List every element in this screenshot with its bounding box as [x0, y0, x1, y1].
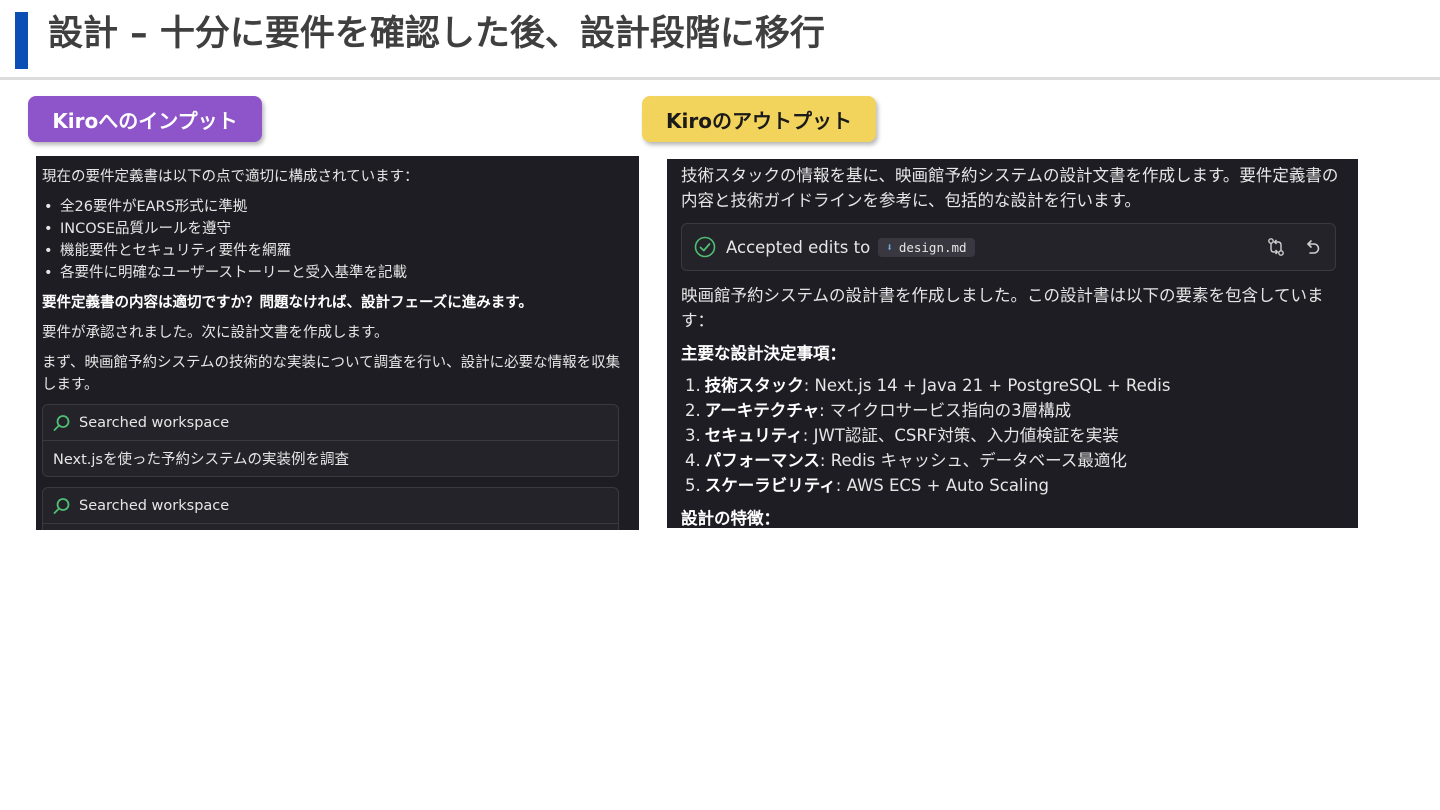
- file-chip[interactable]: ⬇ design.md: [878, 237, 975, 257]
- list-item: 各要件に明確なユーザーストーリーと受入基準を記載: [42, 262, 633, 284]
- design-summary-text: 映画館予約システムの設計書を作成しました。この設計書は以下の要素を包含しています…: [681, 286, 1324, 330]
- decisions-heading: 主要な設計決定事項：: [681, 344, 846, 363]
- design-intro-text: 技術スタックの情報を基に、映画館予約システムの設計文書を作成します。要件定義書の…: [681, 166, 1339, 210]
- features-heading: 設計の特徴：: [681, 509, 780, 528]
- accepted-edits-card[interactable]: Accepted edits to ⬇ design.md: [681, 223, 1336, 271]
- search-card-title: Searched workspace: [79, 497, 230, 514]
- intro-text: 現在の要件定義書は以下の点で適切に構成されています：: [42, 169, 419, 185]
- list-item: 5. スケーラビリティ: AWS ECS + Auto Scaling: [685, 476, 1050, 495]
- search-icon: [53, 414, 70, 431]
- search-card-title: Searched workspace: [79, 414, 230, 431]
- list-item: 全26要件がEARS形式に準拠: [42, 196, 633, 218]
- output-screenshot-panel: 技術スタックの情報を基に、映画館予約システムの設計文書を作成します。要件定義書の…: [667, 159, 1358, 528]
- download-icon: ⬇: [886, 240, 893, 254]
- search-card-detail: [43, 523, 618, 530]
- input-label: Kiroへのインプット: [28, 96, 262, 142]
- design-decisions-list: 1. 技術スタック: Next.js 14 + Java 21 + Postgre…: [681, 373, 1344, 498]
- list-item: 2. アーキテクチャ: マイクロサービス指向の3層構成: [685, 401, 1072, 420]
- list-item: 3. セキュリティ: JWT認証、CSRF対策、入力値検証を実装: [685, 426, 1119, 445]
- undo-icon[interactable]: [1301, 236, 1323, 258]
- slide-title: 設計 – 十分に要件を確認した後、設計段階に移行: [48, 14, 825, 54]
- compare-icon[interactable]: [1265, 236, 1287, 258]
- title-accent-bar: [15, 12, 28, 69]
- search-card[interactable]: Searched workspace Next.jsを使った予約システムの実装例…: [42, 404, 619, 477]
- accepted-edits-text: Accepted edits to: [726, 237, 871, 257]
- confirmation-question: 要件定義書の内容は適切ですか？問題なければ、設計フェーズに進みます。: [42, 295, 533, 311]
- list-item: 機能要件とセキュリティ要件を網羅: [42, 240, 633, 262]
- check-circle-icon: [694, 236, 716, 258]
- search-card-detail: Next.jsを使った予約システムの実装例を調査: [43, 440, 618, 476]
- search-card-header[interactable]: Searched workspace: [43, 405, 618, 440]
- list-item: 1. 技術スタック: Next.js 14 + Java 21 + Postgre…: [685, 376, 1171, 395]
- approval-message: 要件が承認されました。次に設計文書を作成します。: [42, 325, 389, 341]
- requirements-summary-list: 全26要件がEARS形式に準拠 INCOSE品質ルールを遵守 機能要件とセキュリ…: [42, 196, 633, 284]
- input-screenshot-panel: 現在の要件定義書は以下の点で適切に構成されています： 全26要件がEARS形式に…: [36, 156, 639, 530]
- slide-header: 設計 – 十分に要件を確認した後、設計段階に移行: [0, 0, 1440, 80]
- output-label: Kiroのアウトプット: [642, 96, 876, 142]
- research-message: まず、映画館予約システムの技術的な実装について調査を行い、設計に必要な情報を収集…: [42, 355, 621, 393]
- search-card[interactable]: Searched workspace: [42, 487, 619, 530]
- list-item: 4. パフォーマンス: Redis キャッシュ、データベース最適化: [685, 451, 1127, 470]
- file-name: design.md: [898, 239, 967, 255]
- search-card-header[interactable]: Searched workspace: [43, 488, 618, 523]
- search-icon: [53, 497, 70, 514]
- list-item: INCOSE品質ルールを遵守: [42, 218, 633, 240]
